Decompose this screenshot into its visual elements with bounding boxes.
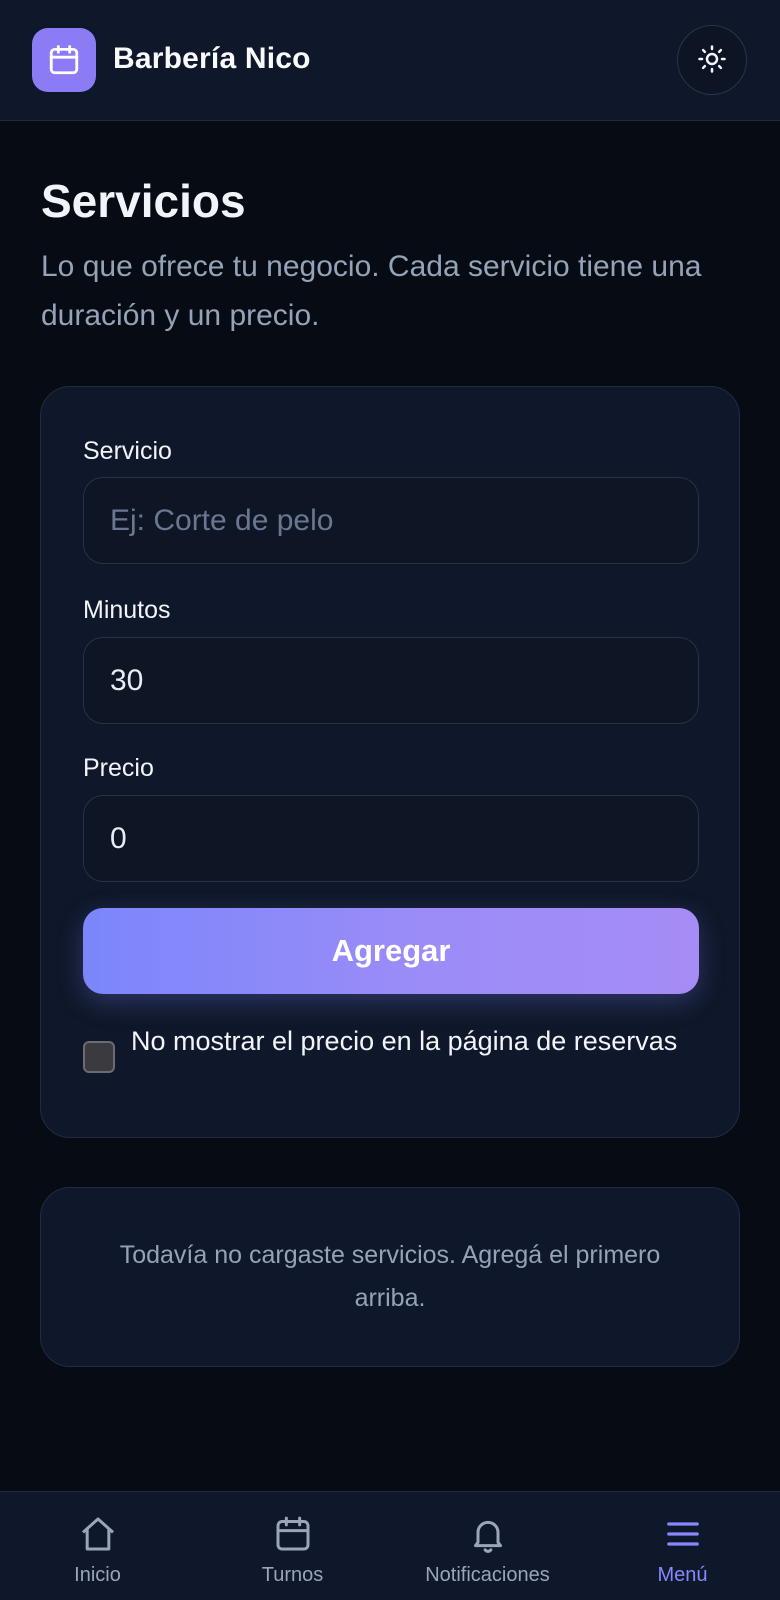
bottom-nav: Inicio Turnos Notificaciones Menú bbox=[0, 1491, 780, 1600]
price-label: Precio bbox=[83, 754, 154, 782]
minutes-label: Minutos bbox=[83, 596, 171, 624]
menu-icon bbox=[663, 1512, 703, 1556]
nav-item-menu[interactable]: Menú bbox=[585, 1492, 780, 1600]
service-label: Servicio bbox=[83, 437, 172, 465]
empty-state-text: Todavía no cargaste servicios. Agregá el… bbox=[119, 1241, 661, 1312]
page-title: Servicios bbox=[41, 175, 246, 227]
nav-item-turnos[interactable]: Turnos bbox=[195, 1492, 390, 1600]
nav-label-menu: Menú bbox=[657, 1564, 708, 1586]
page-subtitle: Lo que ofrece tu negocio. Cada servicio … bbox=[41, 250, 702, 332]
app-name: Barbería Nico bbox=[113, 42, 311, 75]
hide-price-checkbox[interactable] bbox=[83, 1041, 115, 1073]
app-header: Barbería Nico bbox=[0, 0, 780, 121]
nav-item-inicio[interactable]: Inicio bbox=[0, 1492, 195, 1600]
minutes-input[interactable] bbox=[83, 637, 699, 724]
home-icon bbox=[78, 1512, 118, 1556]
hide-price-label[interactable]: No mostrar el precio en la página de res… bbox=[131, 1020, 691, 1062]
nav-label-notificaciones: Notificaciones bbox=[425, 1564, 550, 1586]
nav-label-turnos: Turnos bbox=[261, 1564, 324, 1586]
calendar-icon bbox=[273, 1512, 313, 1556]
add-service-button[interactable]: Agregar bbox=[83, 908, 699, 994]
add-service-form: Servicio Minutos Precio Agregar No mostr… bbox=[40, 386, 740, 1138]
app-root: Barbería Nico Servicios Lo que ofrece tu… bbox=[0, 0, 780, 1600]
service-name-input[interactable] bbox=[83, 477, 699, 564]
nav-item-notificaciones[interactable]: Notificaciones bbox=[390, 1492, 585, 1600]
empty-services-card: Todavía no cargaste servicios. Agregá el… bbox=[40, 1187, 740, 1367]
theme-toggle-button[interactable] bbox=[677, 25, 747, 95]
nav-label-inicio: Inicio bbox=[74, 1564, 121, 1586]
sun-icon bbox=[697, 44, 727, 77]
bell-icon bbox=[468, 1512, 508, 1556]
calendar-icon bbox=[32, 28, 96, 92]
price-input[interactable] bbox=[83, 795, 699, 882]
